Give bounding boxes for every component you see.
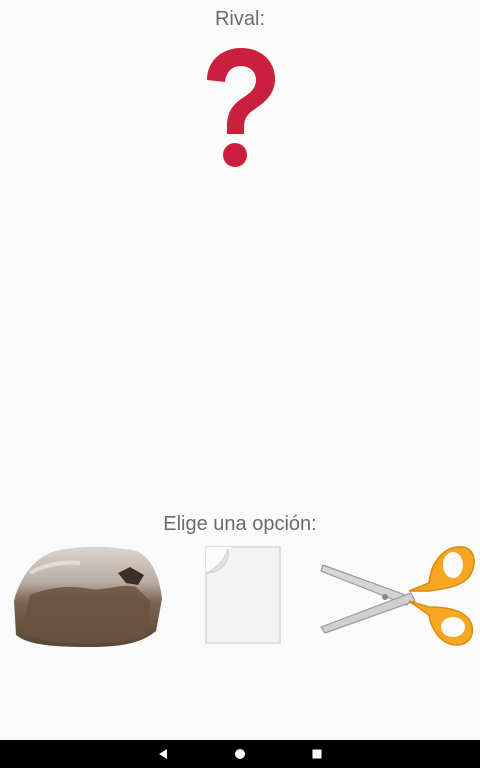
rock-icon <box>14 546 162 647</box>
scissors-option-button[interactable] <box>318 540 478 650</box>
game-screen: Rival: Elige una opción: <box>0 0 480 740</box>
scissors-icon <box>320 546 475 646</box>
rock-option-button[interactable] <box>10 540 165 650</box>
back-icon <box>159 749 167 759</box>
recents-icon <box>312 749 322 759</box>
question-mark-icon <box>195 42 285 172</box>
recents-button[interactable] <box>297 740 337 768</box>
paper-icon <box>204 546 281 644</box>
system-navigation-bar <box>0 740 480 768</box>
home-button[interactable] <box>220 740 260 768</box>
options-row <box>0 540 480 650</box>
rival-label: Rival: <box>214 8 265 30</box>
home-icon <box>235 749 245 759</box>
back-button[interactable] <box>143 740 183 768</box>
choose-option-prompt: Elige una opción: <box>163 513 317 535</box>
paper-option-button[interactable] <box>195 540 290 650</box>
